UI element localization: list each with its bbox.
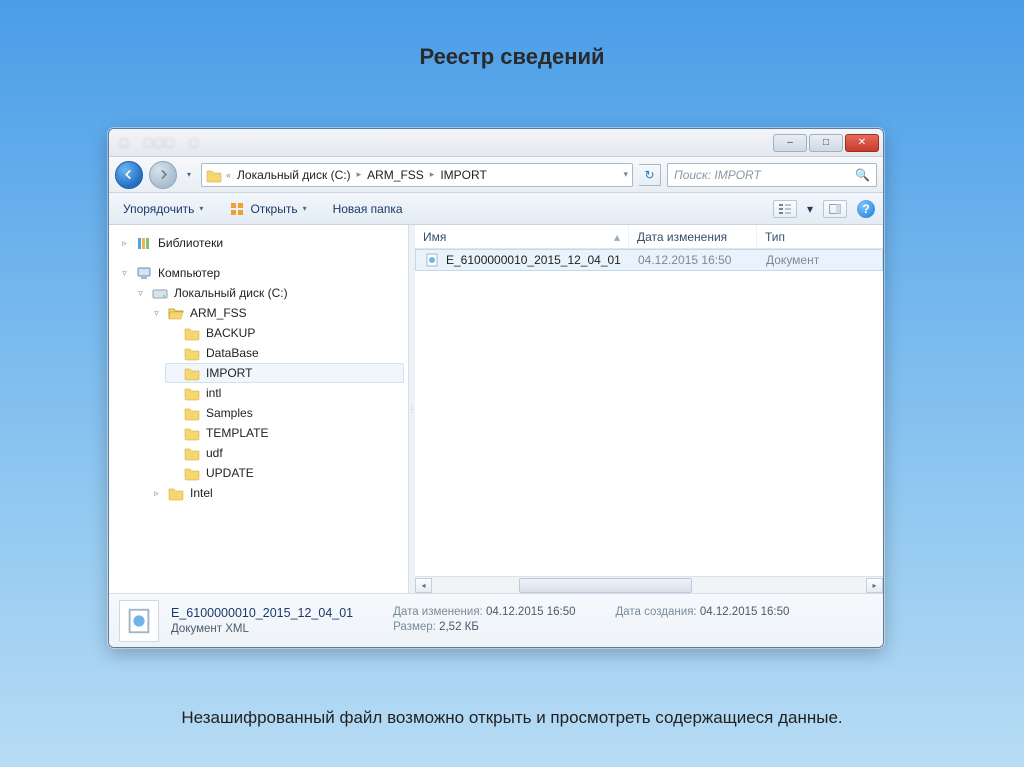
scroll-right-button[interactable]: ▸ (866, 578, 883, 593)
folder-icon (206, 167, 222, 183)
expand-icon[interactable]: ▿ (119, 268, 130, 279)
column-date[interactable]: Дата изменения (629, 225, 757, 248)
breadcrumb-localdisk[interactable]: Локальный диск (C:) (235, 168, 353, 182)
chevron-down-icon[interactable]: ▾ (807, 202, 813, 216)
details-modified-value: 04.12.2015 16:50 (486, 606, 576, 618)
tree-database[interactable]: DataBase (165, 343, 404, 363)
tree-import[interactable]: IMPORT (165, 363, 404, 383)
slide-title: Реестр сведений (0, 0, 1024, 70)
folder-icon (168, 485, 184, 501)
folder-open-icon (168, 305, 184, 321)
breadcrumb-chevrons: « (226, 170, 231, 180)
search-placeholder: Поиск: IMPORT (674, 168, 761, 182)
file-thumbnail (119, 600, 159, 642)
maximize-button[interactable]: □ (809, 134, 843, 152)
explorer-body: ▹ Библиотеки ▿ Компьютер ▿ Локальный дис… (109, 225, 883, 593)
open-button[interactable]: Открыть▾ (223, 198, 312, 220)
horizontal-scrollbar[interactable]: ◂ ▸ (415, 576, 883, 593)
folder-icon (184, 465, 200, 481)
column-type[interactable]: Тип (757, 225, 883, 248)
tree-localdisk[interactable]: ▿ Локальный диск (C:) (133, 283, 404, 303)
refresh-button[interactable]: ↻ (639, 164, 661, 186)
tree-intel[interactable]: ▹Intel (149, 483, 404, 503)
title-bar[interactable]: ▢▢▢▢▢ – □ ✕ (109, 129, 883, 157)
tree-computer[interactable]: ▿ Компьютер (117, 263, 404, 283)
column-name[interactable]: Имя▴ (415, 225, 629, 248)
chevron-down-icon: ▾ (199, 204, 203, 213)
forward-button[interactable] (149, 161, 177, 189)
open-icon (229, 201, 245, 217)
folder-icon (184, 325, 200, 341)
expand-icon[interactable]: ▿ (135, 288, 146, 299)
folder-icon (184, 445, 200, 461)
tree-update[interactable]: UPDATE (165, 463, 404, 483)
tree-template[interactable]: TEMPLATE (165, 423, 404, 443)
address-dropdown-icon[interactable]: ▾ (623, 169, 628, 180)
tree-arm-fss[interactable]: ▿ ARM_FSS (149, 303, 404, 323)
explorer-window: ▢▢▢▢▢ – □ ✕ ▾ « Локальный диск (C:) ▸ AR… (108, 128, 884, 648)
breadcrumb-armfss[interactable]: ARM_FSS (365, 168, 426, 182)
search-icon[interactable]: 🔍 (855, 168, 870, 182)
breadcrumb-import[interactable]: IMPORT (438, 168, 488, 182)
address-bar[interactable]: « Локальный диск (C:) ▸ ARM_FSS ▸ IMPORT… (201, 163, 633, 187)
column-headers: Имя▴ Дата изменения Тип (415, 225, 883, 249)
minimize-button[interactable]: – (773, 134, 807, 152)
details-pane: E_6100000010_2015_12_04_01 Документ XML … (109, 593, 883, 647)
navigation-row: ▾ « Локальный диск (C:) ▸ ARM_FSS ▸ IMPO… (109, 157, 883, 193)
file-row[interactable]: E_6100000010_2015_12_04_01 04.12.2015 16… (415, 249, 883, 271)
folder-icon (184, 425, 200, 441)
new-folder-button[interactable]: Новая папка (327, 199, 409, 219)
sort-asc-icon: ▴ (614, 230, 620, 244)
tree-libraries[interactable]: ▹ Библиотеки (117, 233, 404, 253)
expand-icon[interactable]: ▹ (119, 238, 130, 249)
xml-file-icon (424, 252, 440, 268)
libraries-icon (136, 235, 152, 251)
nav-history-dropdown[interactable]: ▾ (183, 170, 195, 179)
file-name: E_6100000010_2015_12_04_01 (446, 253, 621, 267)
details-created-label: Дата создания: (615, 606, 696, 618)
folder-icon (184, 385, 200, 401)
details-size-value: 2,52 КБ (439, 621, 479, 633)
details-filetype: Документ XML (171, 623, 353, 635)
scroll-track[interactable] (432, 578, 866, 593)
tree-intl[interactable]: intl (165, 383, 404, 403)
scroll-thumb[interactable] (519, 578, 693, 593)
expand-icon[interactable]: ▿ (151, 308, 162, 319)
folder-icon (184, 365, 200, 381)
slide-caption: Незашифрованный файл возможно открыть и … (0, 708, 1024, 728)
computer-icon (136, 265, 152, 281)
preview-pane-button[interactable] (823, 200, 847, 218)
details-modified-label: Дата изменения: (393, 606, 483, 618)
command-toolbar: Упорядочить▾ Открыть▾ Новая папка ▾ ? (109, 193, 883, 225)
details-created-value: 04.12.2015 16:50 (700, 606, 790, 618)
details-filename: E_6100000010_2015_12_04_01 (171, 606, 353, 620)
back-button[interactable] (115, 161, 143, 189)
tree-backup[interactable]: BACKUP (165, 323, 404, 343)
tree-udf[interactable]: udf (165, 443, 404, 463)
drive-icon (152, 285, 168, 301)
scroll-left-button[interactable]: ◂ (415, 578, 432, 593)
tree-samples[interactable]: Samples (165, 403, 404, 423)
folder-icon (184, 405, 200, 421)
close-button[interactable]: ✕ (845, 134, 879, 152)
file-type: Документ (758, 253, 882, 267)
chevron-down-icon: ▾ (303, 204, 307, 213)
details-size-label: Размер: (393, 621, 436, 633)
file-list-pane: Имя▴ Дата изменения Тип E_6100000010_201… (415, 225, 883, 593)
organize-button[interactable]: Упорядочить▾ (117, 199, 209, 219)
search-input[interactable]: Поиск: IMPORT 🔍 (667, 163, 877, 187)
folder-tree[interactable]: ▹ Библиотеки ▿ Компьютер ▿ Локальный дис… (109, 225, 409, 593)
breadcrumb-sep-icon: ▸ (430, 169, 435, 180)
file-date: 04.12.2015 16:50 (630, 253, 758, 267)
view-options-button[interactable] (773, 200, 797, 218)
expand-icon[interactable]: ▹ (151, 488, 162, 499)
breadcrumb-sep-icon: ▸ (357, 169, 362, 180)
help-button[interactable]: ? (857, 200, 875, 218)
folder-icon (184, 345, 200, 361)
